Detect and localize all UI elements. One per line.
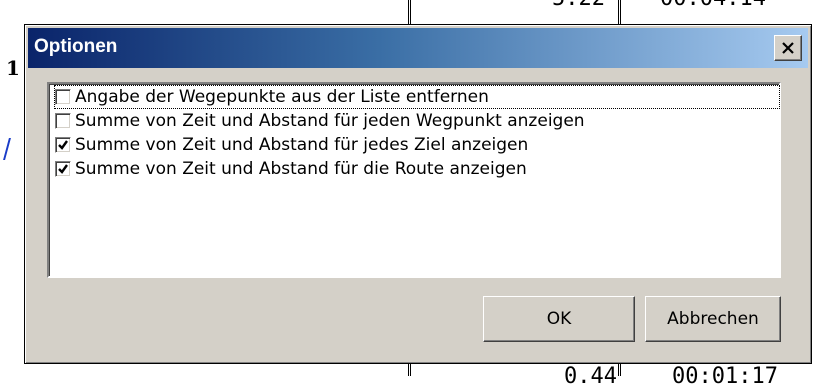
- cancel-button[interactable]: Abbrechen: [645, 296, 781, 342]
- close-icon: [782, 42, 794, 54]
- dialog-titlebar[interactable]: Optionen: [28, 28, 808, 68]
- close-button[interactable]: [774, 35, 802, 61]
- options-dialog: Optionen Angabe der Wegepunkte aus der L…: [24, 24, 812, 364]
- background-cell-time: 00:01:17: [672, 364, 778, 389]
- background-link-fragment: [3, 138, 15, 160]
- checkmark-icon: [58, 164, 68, 174]
- option-label: Summe von Zeit und Abstand für jeden Weg…: [75, 111, 585, 131]
- background-cell-time: 00:04:14: [660, 0, 766, 10]
- ok-button[interactable]: OK: [483, 296, 635, 342]
- option-label: Summe von Zeit und Abstand für jedes Zie…: [75, 135, 529, 155]
- option-checkbox[interactable]: [55, 137, 71, 153]
- option-checkbox[interactable]: [55, 161, 71, 177]
- background-cell-distance: 0.44: [564, 364, 617, 389]
- option-item[interactable]: Summe von Zeit und Abstand für jeden Weg…: [55, 110, 585, 132]
- options-checklist[interactable]: Angabe der Wegepunkte aus der Liste entf…: [47, 82, 781, 278]
- option-checkbox[interactable]: [55, 89, 71, 105]
- option-item[interactable]: Summe von Zeit und Abstand für jedes Zie…: [55, 134, 528, 156]
- option-checkbox[interactable]: [55, 113, 71, 129]
- dialog-title: Optionen: [34, 36, 118, 57]
- background-cell-distance: 5.22: [552, 0, 605, 10]
- option-label: Summe von Zeit und Abstand für die Route…: [75, 159, 527, 179]
- option-label: Angabe der Wegepunkte aus der Liste entf…: [75, 87, 489, 107]
- background-heading-fragment: 1: [6, 56, 20, 80]
- option-item[interactable]: Summe von Zeit und Abstand für die Route…: [55, 158, 527, 180]
- checkmark-icon: [58, 140, 68, 150]
- option-item[interactable]: Angabe der Wegepunkte aus der Liste entf…: [54, 85, 780, 109]
